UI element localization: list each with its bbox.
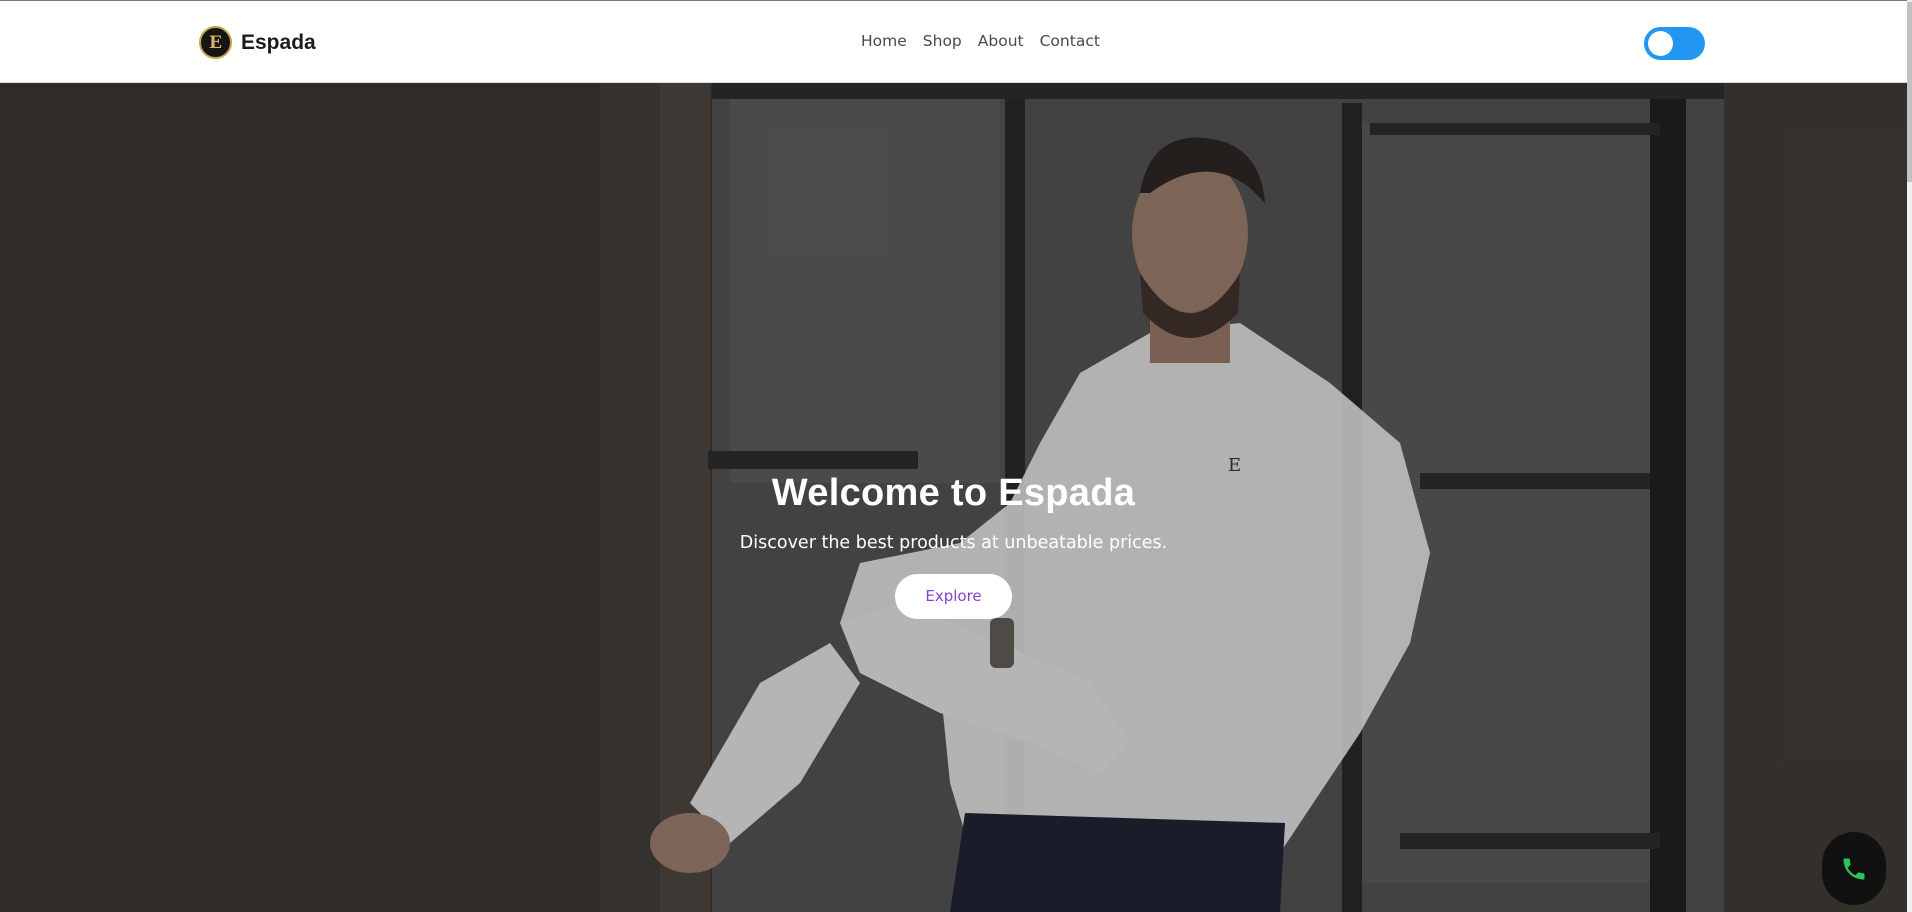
theme-toggle-knob <box>1648 31 1673 56</box>
hero-title: Welcome to Espada <box>771 472 1136 514</box>
navbar: E Espada Home Shop About Contact <box>0 0 1907 83</box>
main-nav: Home Shop About Contact <box>861 32 1100 50</box>
phone-icon <box>1843 858 1865 879</box>
hero-subtitle: Discover the best products at unbeatable… <box>739 533 1168 553</box>
brand-logo: E <box>199 26 232 59</box>
scrollbar-thumb[interactable] <box>1907 2 1912 182</box>
nav-link-home[interactable]: Home <box>861 32 907 50</box>
brand-logo-letter: E <box>209 32 222 53</box>
hero-content: Welcome to Espada Discover the best prod… <box>0 472 1907 619</box>
explore-button[interactable]: Explore <box>895 574 1012 619</box>
call-button[interactable] <box>1822 832 1886 905</box>
theme-toggle[interactable] <box>1644 27 1705 60</box>
nav-link-contact[interactable]: Contact <box>1040 32 1100 50</box>
brand-name: Espada <box>241 30 316 54</box>
page-scrollbar[interactable] <box>1907 0 1912 912</box>
hero-section: E Welcome to Espada Discover the best pr… <box>0 83 1907 912</box>
nav-link-shop[interactable]: Shop <box>923 32 962 50</box>
nav-link-about[interactable]: About <box>978 32 1024 50</box>
brand[interactable]: E Espada <box>199 26 316 59</box>
